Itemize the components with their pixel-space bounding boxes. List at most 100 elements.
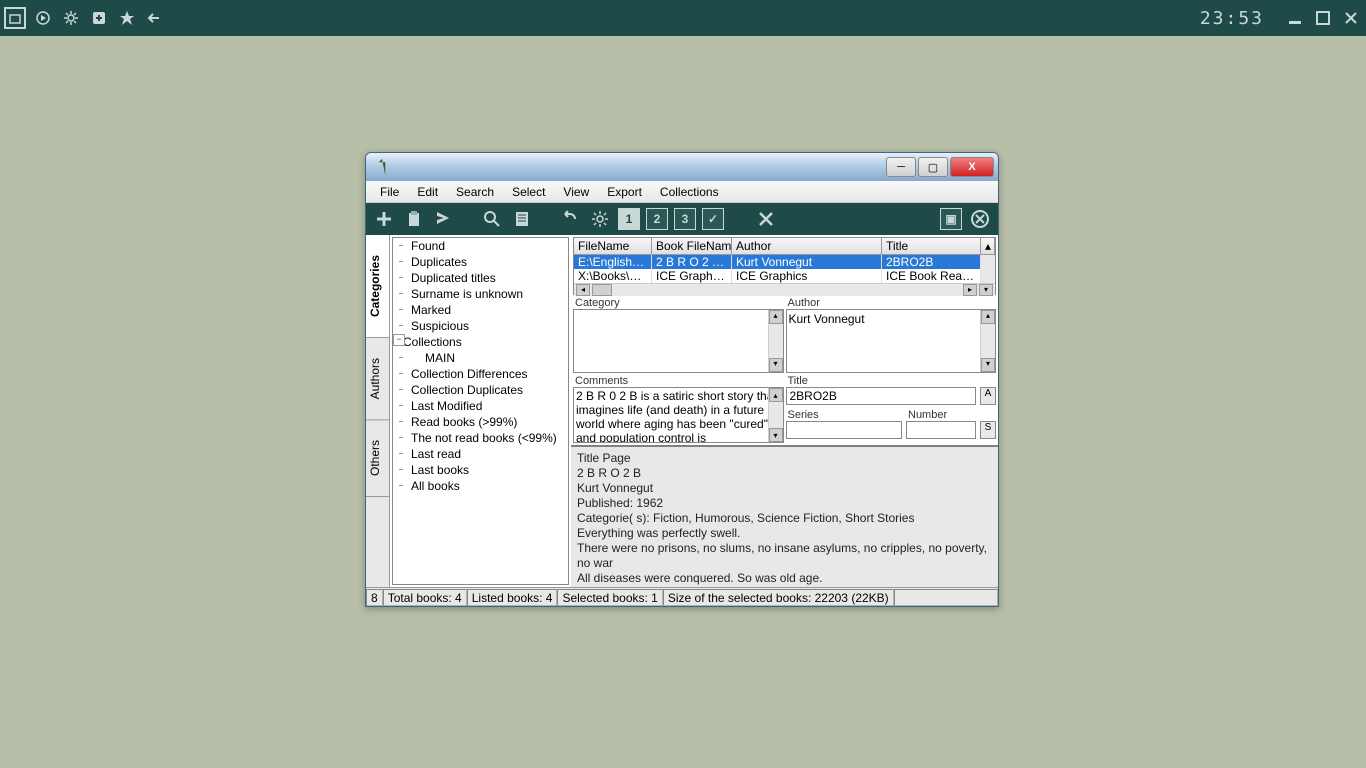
author-field[interactable]: Kurt Vonnegut ▴▾ [786, 309, 997, 373]
comments-field[interactable]: 2 B R 0 2 B is a satiric short story tha… [573, 387, 784, 443]
table-row[interactable]: X:\Books\Ma... ICE Graphics... ICE Graph… [574, 269, 995, 283]
undo-icon[interactable] [558, 207, 582, 231]
preview-line: Categorie( s): Fiction, Humorous, Scienc… [577, 511, 992, 526]
view-1-button[interactable]: 1 [618, 208, 640, 230]
tree-item[interactable]: Suspicious [393, 318, 568, 334]
scroll-up-icon[interactable]: ▴ [981, 310, 995, 324]
scroll-left-icon[interactable]: ◂ [576, 284, 590, 296]
share-icon[interactable] [432, 207, 456, 231]
scroll-thumb[interactable] [592, 284, 612, 296]
check-button[interactable]: ✓ [702, 208, 724, 230]
view-2-button[interactable]: 2 [646, 208, 668, 230]
search-icon[interactable] [480, 207, 504, 231]
menu-edit[interactable]: Edit [409, 183, 446, 201]
category-label: Category [573, 297, 784, 309]
preview-line: All diseases were conquered. So was old … [577, 571, 992, 586]
title-input[interactable] [786, 387, 977, 405]
menu-select[interactable]: Select [504, 183, 553, 201]
author-label: Author [786, 297, 997, 309]
scroll-down-icon[interactable]: ▾ [769, 428, 783, 442]
menu-file[interactable]: File [372, 183, 407, 201]
category-tree[interactable]: Found Duplicates Duplicated titles Surna… [392, 237, 569, 585]
scroll-down-icon[interactable]: ▾ [769, 358, 783, 372]
preview-line: Published: 1962 [577, 496, 992, 511]
scroll-down-icon[interactable]: ▾ [979, 284, 993, 296]
tree-item[interactable]: The not read books (<99%) [393, 430, 568, 446]
tree-item[interactable]: Last books [393, 462, 568, 478]
tree-item[interactable]: Last read [393, 446, 568, 462]
status-listed: Listed books: 4 [467, 589, 558, 606]
col-filename[interactable]: FileName [574, 238, 652, 254]
scroll-up-icon[interactable]: ▴ [769, 310, 783, 324]
table-row[interactable]: E:\English bo... 2 B R O 2 B - ... Kurt … [574, 255, 995, 269]
app-window: ─ ▢ X File Edit Search Select View Expor… [365, 152, 999, 607]
col-title[interactable]: Title [882, 238, 981, 254]
paste-icon[interactable] [402, 207, 426, 231]
tree-item[interactable]: Collection Duplicates [393, 382, 568, 398]
col-bookfilename[interactable]: Book FileName [652, 238, 732, 254]
tree-item[interactable]: Surname is unknown [393, 286, 568, 302]
book-preview: Title Page 2 B R O 2 B Kurt Vonnegut Pub… [571, 445, 998, 587]
title-label: Title [786, 375, 977, 387]
fullscreen-icon[interactable]: ▣ [940, 208, 962, 230]
desktop-taskbar: 23:53 [0, 0, 1366, 36]
status-size: Size of the selected books: 22203 (22KB) [663, 589, 894, 606]
back-arrow-icon[interactable] [144, 7, 166, 29]
scroll-down-icon[interactable]: ▾ [981, 358, 995, 372]
gear-icon[interactable] [60, 7, 82, 29]
menu-export[interactable]: Export [599, 183, 650, 201]
scroll-up-icon[interactable]: ▴ [981, 238, 995, 254]
grid-scrollbar[interactable]: ◂ ▸ ▾ [574, 283, 995, 296]
minimize-icon[interactable] [1284, 7, 1306, 29]
tree-item-main[interactable]: MAIN [393, 350, 568, 366]
tree-item[interactable]: Last Modified [393, 398, 568, 414]
tree-item[interactable]: Duplicates [393, 254, 568, 270]
category-field[interactable]: ▴▾ [573, 309, 784, 373]
menu-search[interactable]: Search [448, 183, 502, 201]
status-seg: 8 [366, 589, 383, 606]
play-icon[interactable] [32, 7, 54, 29]
menu-view[interactable]: View [555, 183, 597, 201]
preview-line: Title Page [577, 451, 992, 466]
list-icon[interactable] [510, 207, 534, 231]
status-selected: Selected books: 1 [557, 589, 662, 606]
tab-categories[interactable]: Categories [366, 235, 389, 338]
toolbar: 1 2 3 ✓ ▣ [366, 203, 998, 235]
tree-item[interactable]: Marked [393, 302, 568, 318]
close-icon[interactable] [1340, 7, 1362, 29]
window-maximize-button[interactable]: ▢ [918, 157, 948, 177]
tree-item[interactable]: All books [393, 478, 568, 494]
add-icon[interactable] [372, 207, 396, 231]
window-titlebar[interactable]: ─ ▢ X [366, 153, 998, 181]
s-button[interactable]: S [980, 421, 996, 439]
series-label: Series [786, 409, 903, 421]
comments-label: Comments [573, 375, 784, 387]
scroll-up-icon[interactable]: ▴ [769, 388, 783, 402]
window-close-button[interactable]: X [950, 157, 994, 177]
add-note-icon[interactable] [88, 7, 110, 29]
taskbar-app-icon[interactable] [4, 7, 26, 29]
number-input[interactable] [906, 421, 976, 439]
tree-item[interactable]: Read books (>99%) [393, 414, 568, 430]
delete-icon[interactable] [754, 207, 778, 231]
star-icon[interactable] [116, 7, 138, 29]
series-input[interactable] [786, 421, 903, 439]
tree-item-collections[interactable]: Collections [393, 334, 568, 350]
view-3-button[interactable]: 3 [674, 208, 696, 230]
scroll-right-icon[interactable]: ▸ [963, 284, 977, 296]
preview-line: Kurt Vonnegut [577, 481, 992, 496]
window-minimize-button[interactable]: ─ [886, 157, 916, 177]
tab-others[interactable]: Others [366, 420, 389, 497]
tree-item[interactable]: Duplicated titles [393, 270, 568, 286]
settings-icon[interactable] [588, 207, 612, 231]
menu-collections[interactable]: Collections [652, 183, 727, 201]
maximize-icon[interactable] [1312, 7, 1334, 29]
a-button[interactable]: A [980, 387, 996, 405]
col-author[interactable]: Author [732, 238, 882, 254]
toolbar-close-icon[interactable] [968, 207, 992, 231]
preview-line: There were no prisons, no slums, no insa… [577, 541, 992, 571]
number-label: Number [906, 409, 976, 421]
tab-authors[interactable]: Authors [366, 338, 389, 420]
tree-item[interactable]: Found [393, 238, 568, 254]
tree-item[interactable]: Collection Differences [393, 366, 568, 382]
